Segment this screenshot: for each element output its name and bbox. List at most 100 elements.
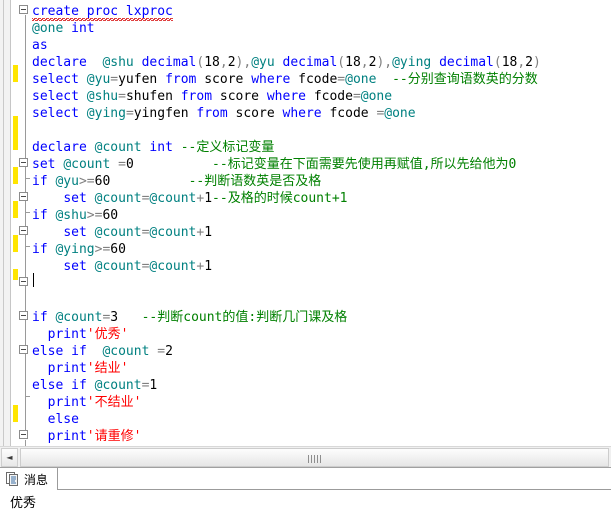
code-token: declare	[32, 55, 87, 70]
message-output-text: 优秀	[10, 496, 37, 511]
changed-line-marker	[13, 235, 18, 252]
code-token: shufen	[125, 89, 181, 104]
code-line[interactable]: create proc lxproc	[32, 3, 173, 21]
collapse-toggle-icon[interactable]	[19, 158, 28, 167]
code-line[interactable]: as	[32, 37, 48, 54]
code-editor[interactable]: create proc lxproc @one int as declare @shu…	[0, 0, 611, 446]
code-token: @yu	[86, 72, 111, 87]
outline-vertical-line	[25, 168, 26, 184]
code-token: int	[71, 21, 95, 36]
code-token: 1	[149, 378, 158, 393]
code-line[interactable]: print'优秀'	[32, 326, 129, 343]
scroll-left-arrow-icon[interactable]: ◄	[1, 448, 18, 467]
code-token: @count	[94, 140, 150, 155]
code-token: score	[235, 106, 283, 121]
code-token: set	[63, 259, 95, 274]
changed-line-marker	[13, 167, 18, 184]
outline-vertical-line	[25, 355, 26, 405]
results-tabstrip: 消息	[0, 468, 611, 490]
code-line[interactable]: print'不结业'	[32, 394, 142, 411]
code-token: else if	[32, 344, 95, 359]
code-token: select	[32, 72, 87, 87]
code-line[interactable]: else if @count=1	[32, 377, 157, 394]
collapse-toggle-icon[interactable]	[19, 5, 28, 14]
code-token: select	[32, 106, 87, 121]
collapse-toggle-icon[interactable]	[19, 277, 28, 286]
code-token: @count	[94, 259, 142, 274]
code-line[interactable]: select @ying=yingfen from score where fc…	[32, 105, 416, 122]
code-token: from	[196, 106, 236, 121]
code-line[interactable]	[32, 122, 40, 139]
code-token: @yu	[251, 55, 283, 70]
code-line[interactable]: print'结业'	[32, 360, 129, 377]
code-line[interactable]: print'请重修'	[32, 428, 142, 445]
code-token: --判断count的值:判断几门课及格	[141, 310, 348, 325]
results-pane: 消息 优秀	[0, 467, 611, 515]
outline-region-end-tick	[25, 212, 30, 213]
code-token: yufen	[118, 72, 166, 87]
code-token: 3	[110, 310, 119, 325]
code-token: '请重修'	[86, 429, 142, 444]
code-token: print	[47, 327, 87, 342]
code-token: ,	[243, 55, 252, 70]
code-line[interactable]: set @count =0 --标记变量在下面需要先使用再赋值,所以先给他为0	[32, 156, 516, 173]
code-token: @count	[63, 157, 119, 172]
code-line[interactable]: set @count=@count+1--及格的时候count+1	[32, 190, 347, 207]
tab-messages[interactable]: 消息	[0, 468, 59, 490]
code-token: decimal	[439, 55, 494, 70]
code-token: (	[493, 55, 502, 70]
outline-vertical-line	[25, 321, 26, 337]
code-line[interactable]: set @count=@count+1	[32, 224, 212, 241]
code-line[interactable]: else if @count =2	[32, 343, 173, 360]
code-line[interactable]: @one int	[32, 20, 95, 37]
tab-messages-label: 消息	[24, 472, 49, 487]
code-token: as	[32, 38, 48, 53]
code-line[interactable]: if @count=3 --判断count的值:判断几门课及格	[32, 309, 347, 326]
code-token: @ying	[55, 242, 95, 257]
collapse-toggle-icon[interactable]	[19, 430, 28, 439]
code-token: 60	[94, 174, 111, 189]
code-line[interactable]: select @yu=yufen from score where fcode=…	[32, 71, 538, 88]
code-token: 18	[345, 55, 361, 70]
changed-line-marker	[13, 116, 18, 150]
code-token: =	[118, 89, 126, 104]
collapse-toggle-icon[interactable]	[19, 226, 28, 235]
code-token: set	[63, 225, 95, 240]
code-token: =	[157, 344, 166, 359]
horizontal-scrollbar-thumb[interactable]	[20, 448, 609, 467]
code-token: '不结业'	[86, 395, 142, 410]
code-token: else if	[32, 378, 95, 393]
editor-code-area[interactable]: create proc lxproc @one int as declare @shu…	[32, 0, 611, 446]
collapse-toggle-icon[interactable]	[19, 311, 28, 320]
code-line[interactable]: if @shu>=60	[32, 207, 118, 224]
code-line[interactable]: else	[32, 411, 79, 428]
editor-outlining-margin[interactable]	[19, 0, 32, 446]
code-line[interactable]: declare @shu decimal(18,2),@yu decimal(1…	[32, 54, 541, 71]
code-line[interactable]: if @ying>=60	[32, 241, 126, 258]
collapse-toggle-icon[interactable]	[19, 192, 28, 201]
code-line[interactable]: select @shu=shufen from score where fcod…	[32, 88, 392, 105]
changed-line-marker	[13, 201, 18, 218]
code-token: @count	[149, 225, 197, 240]
collapse-toggle-icon[interactable]	[19, 345, 28, 354]
editor-indicator-margin[interactable]	[0, 0, 11, 446]
code-line[interactable]: declare @count int --定义标记变量	[32, 139, 274, 156]
code-token: 18	[501, 55, 518, 70]
code-line[interactable]: if @yu>=60 --判断语数英是否及格	[32, 173, 321, 190]
code-token: fcode	[298, 72, 338, 87]
horizontal-scrollbar[interactable]: ◄	[0, 446, 611, 467]
code-line[interactable]: set @count=@count+1	[32, 258, 212, 275]
code-token: from	[165, 72, 205, 87]
code-token: 60	[110, 242, 126, 257]
results-messages-body[interactable]: 优秀	[0, 490, 611, 515]
code-line[interactable]	[32, 292, 40, 309]
